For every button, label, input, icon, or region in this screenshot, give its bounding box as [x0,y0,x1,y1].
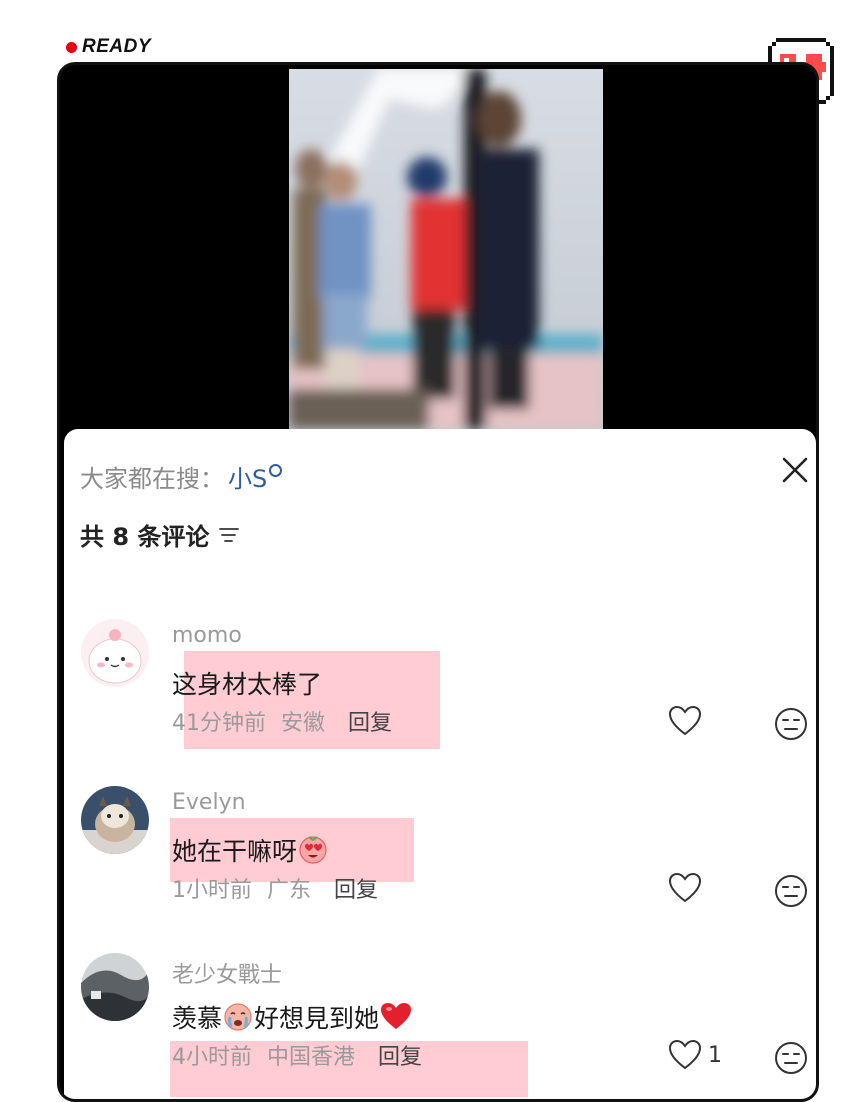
comment-time: 1小时前 [172,878,252,903]
comment-count: 共 8 条评论 [80,523,210,551]
dislike-face-icon[interactable] [774,707,808,741]
comment-item: Evelyn 她在干嘛呀 1小时前 广东 回复 [64,786,816,936]
like-button[interactable] [668,705,708,737]
crying-face-emoji [224,1003,252,1031]
comment-author[interactable]: Evelyn [172,790,246,815]
reply-button[interactable]: 回复 [334,878,378,903]
avatar[interactable] [81,619,149,687]
comment-meta: 1小时前 广东 回复 [172,872,378,904]
reply-button[interactable]: 回复 [378,1045,422,1070]
comment-location: 广东 [267,878,312,903]
heart-outline-icon [668,872,702,903]
dislike-face-icon[interactable] [774,1041,808,1075]
avatar[interactable] [81,953,149,1021]
heart-outline-icon [668,1039,702,1070]
trending-search-label: 大家都在搜： [80,465,224,493]
like-count: 1 [708,1042,722,1068]
search-icon [269,464,283,477]
comments-sheet: 大家都在搜： 小S 共 8 条评论 momo 这身材太棒了 41分钟前 安徽 回… [64,429,816,1099]
comment-text-part1: 羡慕 [172,1004,223,1033]
red-heart-emoji [381,1003,412,1029]
trending-search[interactable]: 大家都在搜： 小S [80,459,283,494]
heart-eyes-emoji [299,836,327,864]
comment-time: 4小时前 [172,1045,252,1070]
comment-meta: 41分钟前 安徽 回复 [172,705,392,737]
comment-text: 她在干嘛呀 [172,837,298,866]
comment-location: 中国香港 [267,1045,356,1070]
comment-author[interactable]: momo [172,623,242,648]
phone-frame: 大家都在搜： 小S 共 8 条评论 momo 这身材太棒了 41分钟前 安徽 回… [57,62,819,1102]
trending-search-term[interactable]: 小S [228,459,267,494]
comment-text-part2: 好想見到她 [254,1004,380,1033]
like-button[interactable] [668,872,708,904]
status-dot [66,41,77,53]
comment-text: 这身材太棒了 [172,670,323,699]
video-player[interactable] [289,69,603,429]
comment-text-row: 羡慕 好想見到她 [172,999,413,1035]
avatar[interactable] [81,786,149,854]
comment-meta: 4小时前 中国香港 回复 [172,1039,422,1071]
comment-item: momo 这身材太棒了 41分钟前 安徽 回复 [64,619,816,769]
comment-time: 41分钟前 [172,711,266,736]
reply-button[interactable]: 回复 [348,711,392,736]
sort-filter-icon[interactable] [219,527,240,543]
ready-status: READY [66,36,151,58]
comment-count-row: 共 8 条评论 [80,517,240,552]
close-icon[interactable] [780,455,810,485]
like-button[interactable]: 1 [668,1039,722,1071]
heart-outline-icon [668,705,702,736]
dislike-face-icon[interactable] [774,874,808,908]
comment-author[interactable]: 老少女戰士 [172,957,282,989]
comment-location: 安徽 [281,711,326,736]
comment-text-row: 她在干嘛呀 [172,832,329,868]
status-label: READY [82,36,152,57]
